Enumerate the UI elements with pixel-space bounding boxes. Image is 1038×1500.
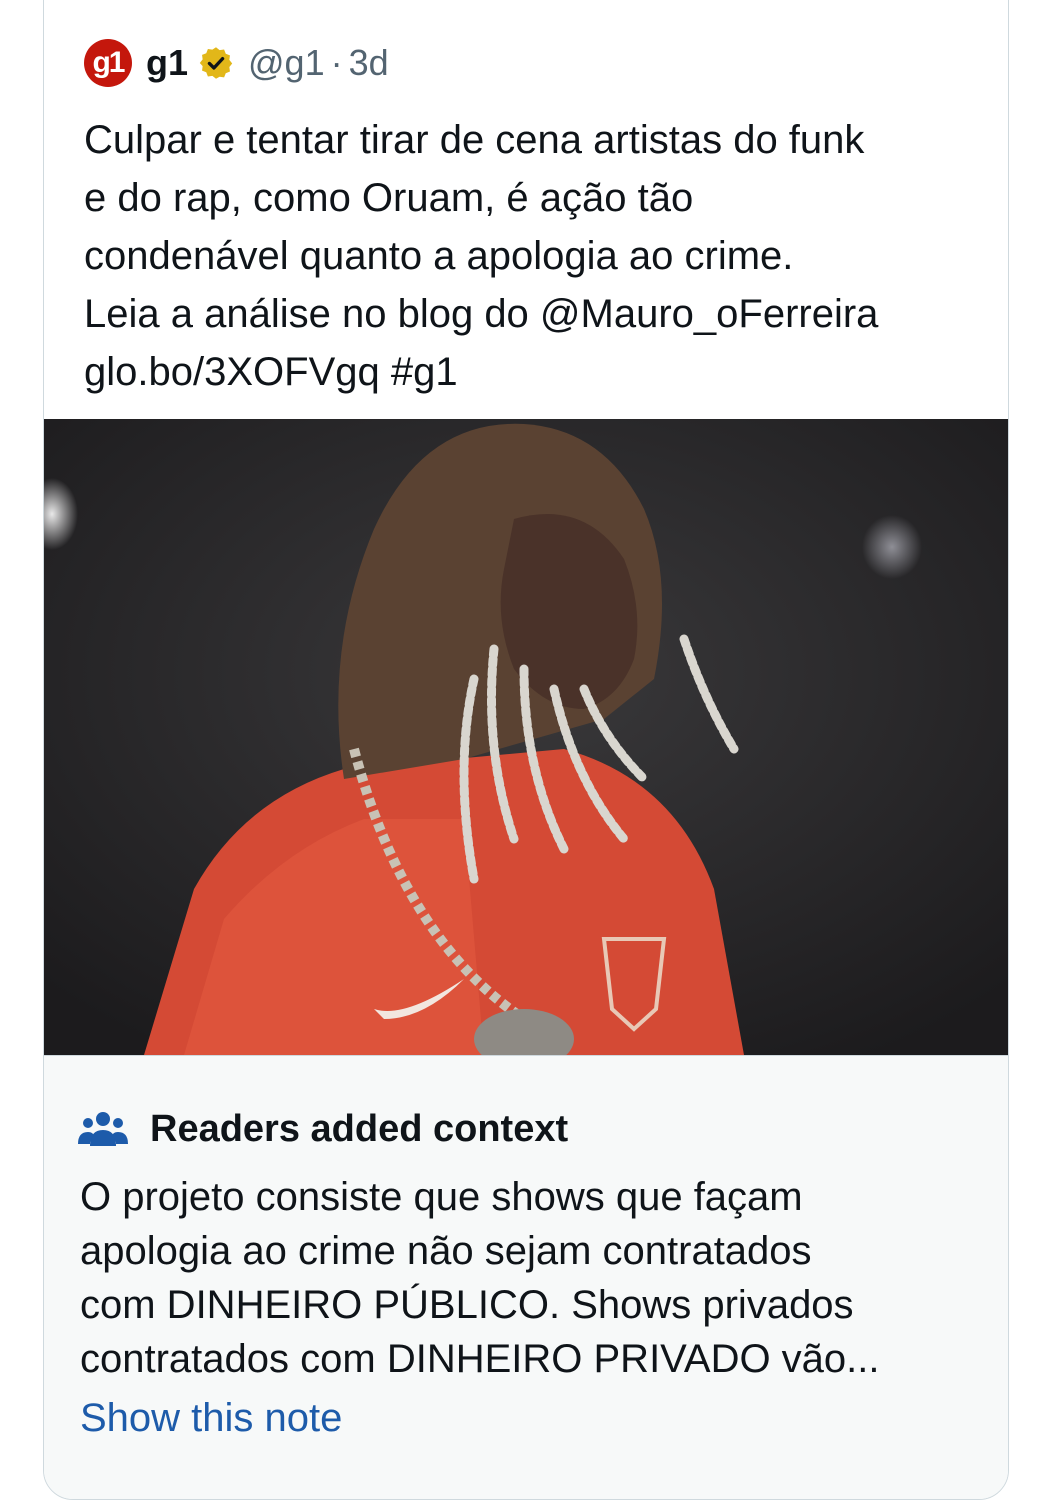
photo-illustration — [44, 419, 1008, 1055]
author-handle[interactable]: @g1 — [248, 42, 325, 84]
tweet-photo[interactable] — [44, 419, 1008, 1055]
note-body-line: O projeto consiste que shows que façam — [80, 1175, 803, 1219]
tweet-card[interactable]: g1 g1 @g1 · 3d Culpar e tentar tirar de … — [43, 0, 1009, 1500]
tweet-text-line: Culpar e tentar tirar de cena artistas d… — [84, 118, 865, 162]
author-name[interactable]: g1 — [146, 42, 188, 84]
timestamp[interactable]: 3d — [349, 42, 389, 84]
show-note-link[interactable]: Show this note — [80, 1396, 342, 1441]
tweet-text-line: glo.bo/3XOFVgq #g1 — [84, 350, 458, 394]
community-note: Readers added context O projeto consiste… — [44, 1055, 1008, 1499]
tweet-text: Culpar e tentar tirar de cena artistas d… — [84, 111, 984, 401]
note-body-line: contratados com DINHEIRO PRIVADO vão... — [80, 1337, 880, 1381]
tweet-header: g1 g1 @g1 · 3d — [84, 37, 389, 89]
tweet-text-line: condenável quanto a apologia ao crime. — [84, 234, 794, 278]
readers-icon — [78, 1111, 128, 1146]
tweet-text-line: e do rap, como Oruam, é ação tão — [84, 176, 694, 220]
avatar[interactable]: g1 — [84, 39, 132, 87]
note-header: Readers added context — [78, 1108, 568, 1151]
note-body-line: com DINHEIRO PÚBLICO. Shows privados — [80, 1283, 854, 1327]
note-title: Readers added context — [150, 1108, 569, 1150]
tweet-text-line: Leia a análise no blog do @Mauro_oFerrei… — [84, 292, 879, 336]
verified-badge-icon — [199, 47, 233, 79]
note-body: O projeto consiste que shows que façam a… — [80, 1170, 980, 1386]
separator: · — [330, 42, 343, 83]
note-body-line: apologia ao crime não sejam contratados — [80, 1229, 812, 1273]
